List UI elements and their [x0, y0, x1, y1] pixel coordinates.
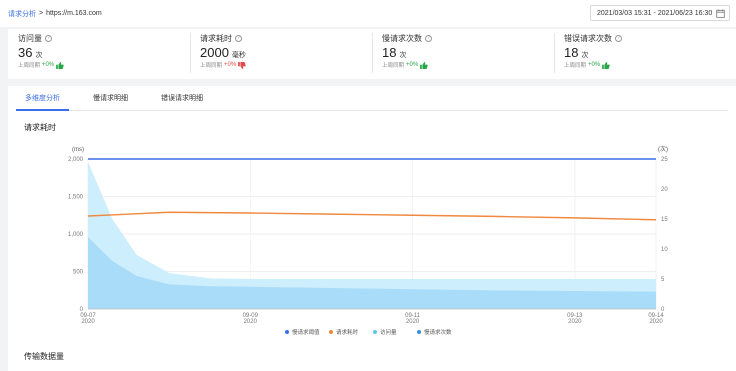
stat-value: 36	[18, 45, 33, 60]
stat-value: 2000	[200, 45, 229, 60]
duration-chart-svg: 05001,0001,5002,000051015202509-07202009…	[68, 145, 668, 336]
tab-error-requests[interactable]: 错误请求明细	[152, 86, 212, 110]
y-right-tick-label: 5	[661, 277, 665, 283]
compare-value: +0%	[224, 62, 237, 68]
help-icon[interactable]: ?	[235, 35, 242, 42]
thumbs-up-icon	[56, 61, 64, 69]
compare-value: +0%	[588, 62, 601, 68]
compare-value: +0%	[406, 62, 419, 68]
y-right-tick-label: 20	[661, 187, 668, 193]
calendar-icon[interactable]	[716, 9, 725, 18]
y-left-tick-label: 1,000	[68, 232, 84, 238]
help-icon[interactable]: ?	[425, 35, 432, 42]
tab-multi-dimension[interactable]: 多维度分析	[16, 86, 69, 111]
x-tick-year-label: 2020	[649, 319, 663, 325]
section-title-transfer: 传输数据量	[24, 352, 64, 361]
breadcrumb-separator: >	[39, 10, 44, 17]
date-range-value: 2021/03/03 15:31 - 2021/06/23 16:30	[597, 9, 713, 17]
stat-title: 访问量	[18, 34, 42, 43]
stat-value: 18	[382, 45, 397, 60]
legend-marker	[417, 330, 421, 334]
stats-row: 访问量? 36 次 上周同期 +0% 请求耗时? 2000 毫秒 上周同期 +0% 慢请…	[8, 29, 736, 79]
breadcrumb-current: https://m.163.com	[46, 10, 102, 17]
stat-title: 请求耗时	[200, 34, 232, 43]
y-right-tick-label: 15	[661, 217, 668, 223]
y-left-unit-label: (ms)	[72, 147, 84, 153]
y-right-tick-label: 10	[661, 247, 668, 253]
legend-label: 慢请求阈值	[292, 328, 320, 336]
thumbs-down-icon	[238, 61, 246, 69]
breadcrumb-parent-link[interactable]: 请求分析	[8, 9, 36, 19]
legend-marker	[373, 330, 377, 334]
stat-title: 慢请求次数	[382, 34, 422, 43]
y-right-unit-label: (次)	[658, 145, 668, 153]
series-line-请求耗时	[87, 211, 657, 221]
y-left-tick-label: 2,000	[68, 157, 84, 163]
stat-title: 错误请求次数	[564, 34, 612, 43]
stat-unit: 次	[35, 52, 43, 59]
compare-label: 上周同期	[200, 63, 223, 69]
stat-unit: 次	[399, 52, 407, 59]
x-tick-year-label: 2020	[81, 319, 95, 325]
y-left-tick-label: 500	[73, 270, 84, 276]
help-icon[interactable]: ?	[45, 35, 52, 42]
analysis-panel: 多维度分析 慢请求明细 错误请求明细 请求耗时 0 500 1,000 1,500 2,…	[8, 86, 736, 371]
stat-unit: 次	[581, 52, 589, 59]
series-area-慢请求次数	[88, 237, 656, 309]
compare-label: 上周同期	[382, 63, 405, 69]
stat-card-duration: 请求耗时? 2000 毫秒 上周同期 +0%	[190, 29, 372, 79]
stat-value: 18	[564, 45, 579, 60]
compare-value: +0%	[42, 62, 55, 68]
x-tick-year-label: 2020	[568, 319, 582, 325]
help-icon[interactable]: ?	[615, 35, 622, 42]
stat-card-visits: 访问量? 36 次 上周同期 +0%	[8, 29, 190, 79]
compare-label: 上周同期	[564, 63, 587, 69]
stat-unit: 毫秒	[231, 52, 246, 59]
thumbs-up-icon	[420, 61, 428, 69]
legend-label: 慢请求次数	[424, 328, 452, 336]
stat-card-error-requests: 错误请求次数? 18 次 上周同期 +0%	[554, 29, 736, 79]
breadcrumb: 请求分析 > https://m.163.com	[8, 9, 102, 19]
y-right-tick-label: 25	[661, 157, 668, 163]
legend-marker	[285, 330, 289, 334]
top-bar: 请求分析 > https://m.163.com 2021/03/03 15:3…	[0, 0, 736, 27]
y-left-tick-label: 1,500	[68, 195, 84, 201]
tab-slow-requests[interactable]: 慢请求明细	[84, 86, 137, 110]
tab-bar: 多维度分析 慢请求明细 错误请求明细	[16, 86, 728, 111]
date-range-picker[interactable]: 2021/03/03 15:31 - 2021/06/23 16:30	[590, 5, 730, 21]
duration-chart: 0 500 1,000 1,500 2,000 0 5 10 15 20 25 09-07 2020 09…	[8, 124, 736, 344]
legend-marker	[329, 330, 333, 334]
compare-label: 上周同期	[18, 63, 41, 69]
x-tick-year-label: 2020	[406, 319, 420, 325]
legend-label: 访问量	[380, 328, 397, 336]
x-tick-year-label: 2020	[244, 319, 258, 325]
stat-card-slow-requests: 慢请求次数? 18 次 上周同期 +0%	[372, 29, 554, 79]
thumbs-up-icon	[602, 61, 610, 69]
legend-label: 请求耗时	[336, 328, 359, 336]
